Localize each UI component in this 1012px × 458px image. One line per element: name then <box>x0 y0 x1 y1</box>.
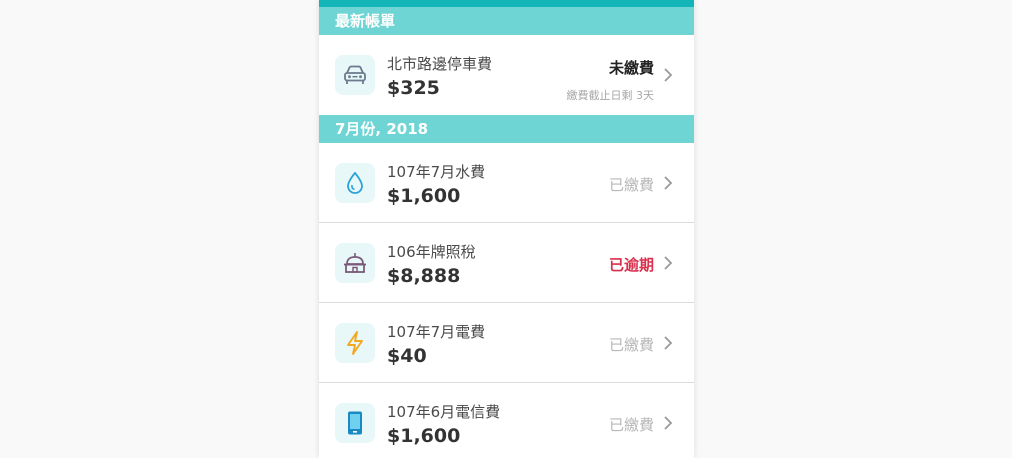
chevron-right-icon <box>664 256 673 270</box>
chevron-right-icon <box>664 336 673 350</box>
bill-row-electricity[interactable]: 107年7月電費 $40 已繳費 <box>319 303 694 383</box>
section-header-latest: 最新帳單 <box>319 7 694 35</box>
bill-name: 107年7月電費 <box>387 323 486 341</box>
section-header-july: 7月份, 2018 <box>319 115 694 143</box>
bill-amount: $1,600 <box>387 425 461 447</box>
chevron-right-icon <box>664 416 673 430</box>
bill-amount: $40 <box>387 345 427 367</box>
bill-row-water[interactable]: 107年7月水費 $1,600 已繳費 <box>319 143 694 223</box>
status-badge-unpaid: 未繳費 <box>608 59 654 77</box>
bill-row-telecom[interactable]: 107年6月電信費 $1,600 已繳費 <box>319 383 694 458</box>
car-icon <box>335 55 375 95</box>
status-badge-overdue: 已逾期 <box>608 256 654 274</box>
chevron-right-icon <box>664 176 673 190</box>
chevron-right-icon <box>664 68 673 82</box>
lightning-icon <box>335 323 375 363</box>
bill-amount: $1,600 <box>387 185 461 207</box>
bill-amount: $8,888 <box>387 265 461 287</box>
water-drop-icon <box>335 163 375 203</box>
status-badge-paid: 已繳費 <box>608 176 654 194</box>
bill-row-license-tax[interactable]: 106年牌照稅 $8,888 已逾期 <box>319 223 694 303</box>
government-building-icon <box>335 243 375 283</box>
bill-name: 106年牌照稅 <box>387 243 476 261</box>
bill-row-parking[interactable]: 北市路邊停車費 $325 未繳費 繳費截止日剩 3天 <box>319 35 694 115</box>
status-badge-paid: 已繳費 <box>608 336 654 354</box>
bill-name: 107年6月電信費 <box>387 403 501 421</box>
status-badge-paid: 已繳費 <box>608 416 654 434</box>
bill-name: 北市路邊停車費 <box>387 55 493 73</box>
bill-name: 107年7月水費 <box>387 163 486 181</box>
top-strip <box>319 0 694 7</box>
mobile-phone-icon <box>335 403 375 443</box>
bill-list-screen: 最新帳單 北市路邊停車費 $325 未繳費 繳費截止日剩 3天 7月份, 201… <box>319 0 694 458</box>
bill-amount: $325 <box>387 77 440 99</box>
due-date-note: 繳費截止日剩 3天 <box>566 89 655 102</box>
